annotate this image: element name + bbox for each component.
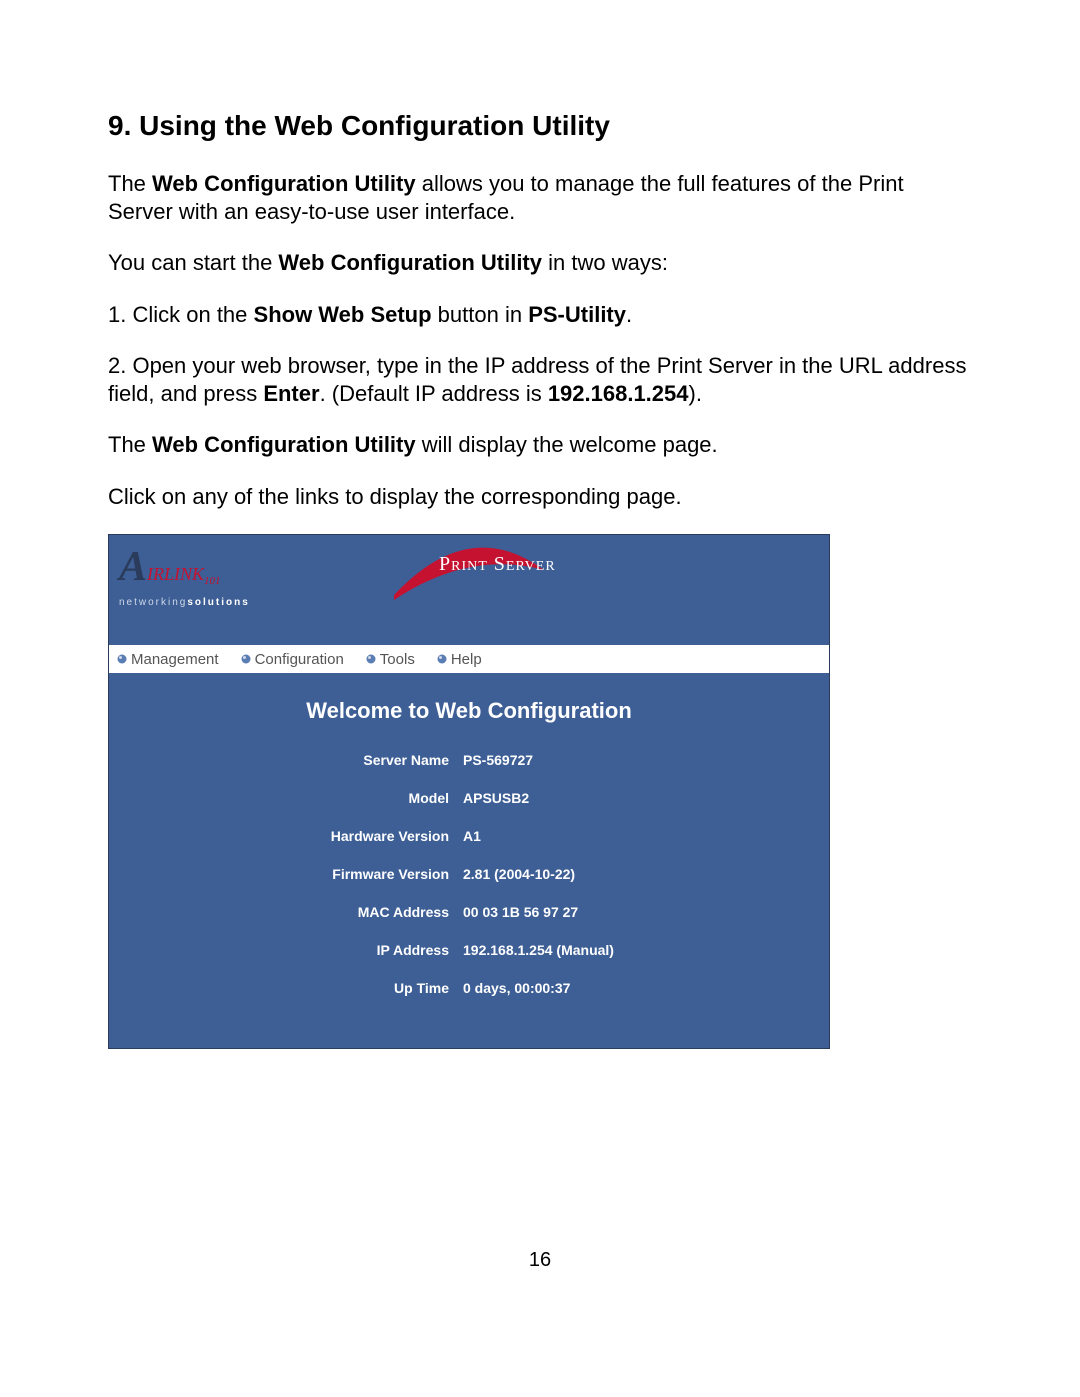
value-model: APSUSB2 — [463, 790, 529, 806]
text: . (Default IP address is — [320, 381, 548, 406]
menu-label: Management — [131, 651, 219, 668]
paragraph-intro: The Web Configuration Utility allows you… — [108, 170, 972, 225]
text: in two ways: — [542, 250, 668, 275]
text: . — [626, 302, 632, 327]
page-number: 16 — [108, 1249, 972, 1272]
row-model: Model APSUSB2 — [119, 790, 819, 806]
tagline-a: networking — [119, 597, 187, 608]
sphere-icon — [241, 654, 251, 664]
row-mac-address: MAC Address 00 03 1B 56 97 27 — [119, 904, 819, 920]
step-1: 1. Click on the Show Web Setup button in… — [108, 301, 972, 329]
web-config-screenshot: AIRLINK101 networkingsolutions Print Ser… — [108, 534, 830, 1049]
label-hardware-version: Hardware Version — [119, 828, 463, 844]
value-ip-address: 192.168.1.254 (Manual) — [463, 942, 614, 958]
paragraph-links: Click on any of the links to display the… — [108, 483, 972, 511]
label-firmware-version: Firmware Version — [119, 866, 463, 882]
logo-brand-suffix: 101 — [204, 575, 221, 587]
menu-label: Configuration — [255, 651, 344, 668]
text: The — [108, 171, 152, 196]
product-title: Print Server — [439, 553, 556, 576]
text: will display the welcome page. — [416, 432, 718, 457]
term-default-ip: 192.168.1.254 — [548, 381, 689, 406]
value-server-name: PS-569727 — [463, 752, 533, 768]
row-server-name: Server Name PS-569727 — [119, 752, 819, 768]
value-mac-address: 00 03 1B 56 97 27 — [463, 904, 578, 920]
brand-bar: AIRLINK101 networkingsolutions Print Ser… — [109, 535, 829, 645]
logo-letter-a: A — [119, 544, 147, 590]
menu-tools[interactable]: Tools — [366, 651, 415, 668]
menu-configuration[interactable]: Configuration — [241, 651, 344, 668]
value-up-time: 0 days, 00:00:37 — [463, 980, 570, 996]
label-model: Model — [119, 790, 463, 806]
paragraph-welcome-note: The Web Configuration Utility will displ… — [108, 431, 972, 459]
text: ). — [689, 381, 702, 406]
tagline-b: solutions — [187, 597, 249, 608]
label-up-time: Up Time — [119, 980, 463, 996]
term-web-config-utility: Web Configuration Utility — [152, 171, 416, 196]
label-ip-address: IP Address — [119, 942, 463, 958]
text: The — [108, 432, 152, 457]
value-hardware-version: A1 — [463, 828, 481, 844]
welcome-panel: Welcome to Web Configuration Server Name… — [109, 673, 829, 1048]
section-title: 9. Using the Web Configuration Utility — [108, 110, 972, 142]
term-enter: Enter — [263, 381, 319, 406]
menu-management[interactable]: Management — [117, 651, 219, 668]
row-up-time: Up Time 0 days, 00:00:37 — [119, 980, 819, 996]
term-web-config-utility: Web Configuration Utility — [152, 432, 416, 457]
menu-bar: Management Configuration Tools Help — [109, 645, 829, 673]
text: 1. Click on the — [108, 302, 254, 327]
sphere-icon — [117, 654, 127, 664]
term-web-config-utility: Web Configuration Utility — [278, 250, 542, 275]
term-ps-utility: PS-Utility — [528, 302, 626, 327]
value-firmware-version: 2.81 (2004-10-22) — [463, 866, 575, 882]
label-server-name: Server Name — [119, 752, 463, 768]
step-2: 2. Open your web browser, type in the IP… — [108, 352, 972, 407]
row-hardware-version: Hardware Version A1 — [119, 828, 819, 844]
row-firmware-version: Firmware Version 2.81 (2004-10-22) — [119, 866, 819, 882]
row-ip-address: IP Address 192.168.1.254 (Manual) — [119, 942, 819, 958]
airlink-logo: AIRLINK101 networkingsolutions — [119, 543, 279, 608]
sphere-icon — [437, 654, 447, 664]
menu-help[interactable]: Help — [437, 651, 482, 668]
label-mac-address: MAC Address — [119, 904, 463, 920]
logo-tagline: networkingsolutions — [119, 597, 279, 608]
paragraph-start: You can start the Web Configuration Util… — [108, 249, 972, 277]
term-show-web-setup: Show Web Setup — [254, 302, 432, 327]
text: button in — [432, 302, 529, 327]
text: You can start the — [108, 250, 278, 275]
logo-brand-text: IRLINK — [147, 564, 204, 584]
menu-label: Help — [451, 651, 482, 668]
menu-label: Tools — [380, 651, 415, 668]
sphere-icon — [366, 654, 376, 664]
welcome-title: Welcome to Web Configuration — [119, 698, 819, 724]
